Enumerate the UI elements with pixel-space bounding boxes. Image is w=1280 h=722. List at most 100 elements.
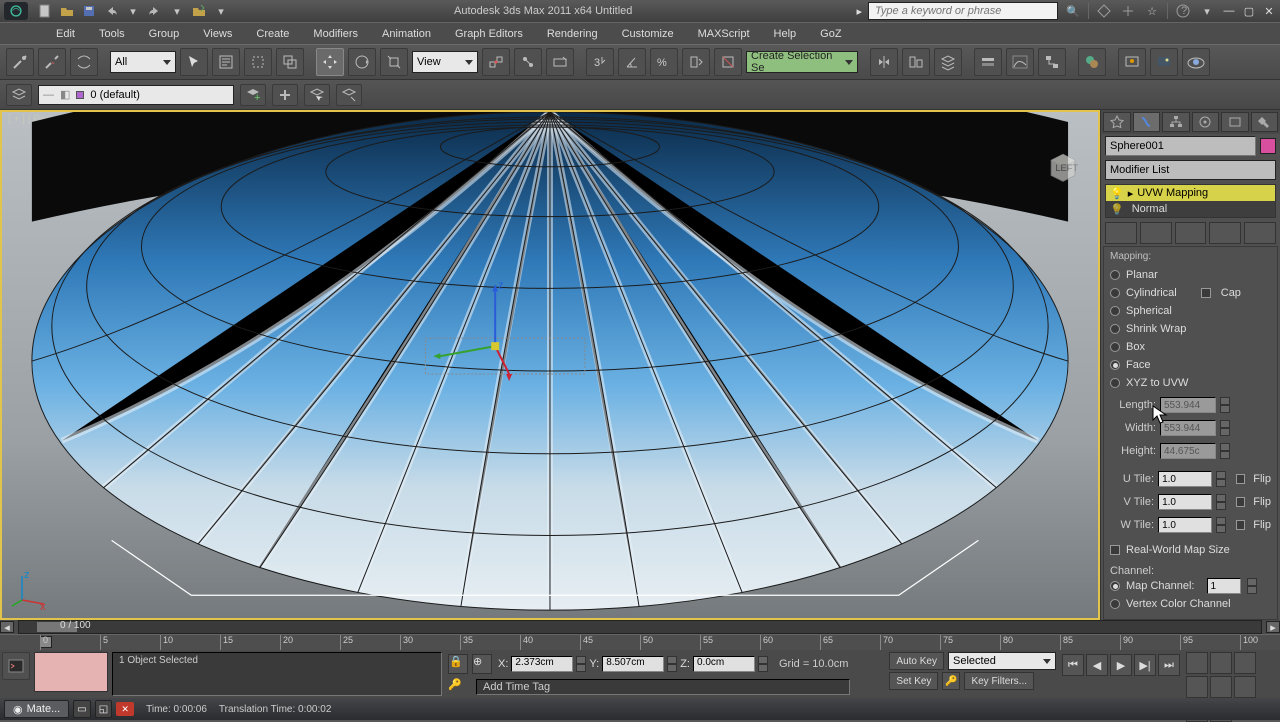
- open-icon[interactable]: [58, 3, 76, 19]
- play-icon[interactable]: ▶: [1110, 654, 1132, 676]
- close-icon[interactable]: ✕: [1262, 4, 1276, 18]
- uflip-checkbox[interactable]: [1236, 474, 1246, 484]
- zoom-icon[interactable]: [1186, 652, 1208, 674]
- project-icon[interactable]: [190, 3, 208, 19]
- keyfilters-button[interactable]: Key Filters...: [964, 672, 1034, 690]
- mirror-icon[interactable]: [870, 48, 898, 76]
- menu-tools[interactable]: Tools: [99, 28, 125, 40]
- taskbar-close-icon[interactable]: ✕: [116, 702, 134, 716]
- vflip-checkbox[interactable]: [1236, 497, 1246, 507]
- snap-toggle-icon[interactable]: 3: [586, 48, 614, 76]
- qat-dd-icon[interactable]: ▾: [212, 3, 230, 19]
- goto-end-icon[interactable]: ⏭: [1158, 654, 1180, 676]
- keyboard-shortcut-icon[interactable]: [546, 48, 574, 76]
- transform-type-in-icon[interactable]: ⊕: [472, 654, 492, 674]
- edit-named-sel-icon[interactable]: [714, 48, 742, 76]
- goto-start-icon[interactable]: ⏮: [1062, 654, 1084, 676]
- wflip-checkbox[interactable]: [1236, 520, 1246, 530]
- viewcube[interactable]: LEFT: [1046, 150, 1080, 184]
- fov-icon[interactable]: [1210, 676, 1232, 698]
- length-spinner[interactable]: 553.944: [1160, 397, 1216, 413]
- app-icon[interactable]: [4, 2, 28, 20]
- select-scale-icon[interactable]: [380, 48, 408, 76]
- wtile-spinner[interactable]: 1.0: [1158, 517, 1212, 533]
- zoom-all-icon[interactable]: [1210, 652, 1232, 674]
- schematic-view-icon[interactable]: [1038, 48, 1066, 76]
- redo-icon[interactable]: [146, 3, 164, 19]
- setkey-key-icon[interactable]: 🔑: [942, 672, 960, 690]
- height-spinner[interactable]: 44.675c: [1160, 443, 1216, 459]
- window-crossing-icon[interactable]: [276, 48, 304, 76]
- menu-customize[interactable]: Customize: [622, 28, 674, 40]
- radio-face[interactable]: Face: [1110, 356, 1271, 374]
- search-icon[interactable]: 🔍: [1064, 3, 1082, 19]
- configure-sets-icon[interactable]: [1244, 222, 1276, 244]
- render-production-icon[interactable]: [1182, 48, 1210, 76]
- width-spinner[interactable]: 553.944: [1160, 420, 1216, 436]
- time-scrollbar[interactable]: 0 / 100: [18, 620, 1262, 634]
- cap-checkbox[interactable]: [1201, 288, 1211, 298]
- vtile-spinner[interactable]: 1.0: [1158, 494, 1212, 510]
- y-coord-input[interactable]: 8.507cm: [602, 656, 664, 672]
- unlink-icon[interactable]: [38, 48, 66, 76]
- maximize-icon[interactable]: ▢: [1242, 4, 1256, 18]
- make-unique-icon[interactable]: [1175, 222, 1207, 244]
- select-move-icon[interactable]: [316, 48, 344, 76]
- menu-create[interactable]: Create: [256, 28, 289, 40]
- x-coord-input[interactable]: 2.373cm: [511, 656, 573, 672]
- favorites-icon[interactable]: ☆: [1143, 3, 1161, 19]
- keymode-dropdown[interactable]: Selected: [948, 652, 1056, 670]
- angle-snap-icon[interactable]: [618, 48, 646, 76]
- zoom-extents-icon[interactable]: [1234, 652, 1256, 674]
- setkey-button[interactable]: Set Key: [889, 672, 938, 690]
- radio-shrink-wrap[interactable]: Shrink Wrap: [1110, 320, 1271, 338]
- tab-create[interactable]: [1103, 112, 1131, 132]
- object-name-field[interactable]: Sphere001: [1105, 136, 1256, 156]
- menu-goz[interactable]: GoZ: [820, 28, 841, 40]
- exchange-icon[interactable]: [1119, 3, 1137, 19]
- infocenter-arrow-icon[interactable]: ▸: [856, 5, 862, 18]
- show-end-result-icon[interactable]: [1140, 222, 1172, 244]
- minimize-icon[interactable]: —: [1222, 4, 1236, 18]
- object-color-swatch[interactable]: [1260, 138, 1276, 154]
- radio-box[interactable]: Box: [1110, 338, 1271, 356]
- z-coord-input[interactable]: 0.0cm: [693, 656, 755, 672]
- search-input[interactable]: [868, 2, 1058, 20]
- next-frame-icon[interactable]: ▶|: [1134, 654, 1156, 676]
- prev-frame-icon[interactable]: ◀: [1086, 654, 1108, 676]
- modifier-list-dropdown[interactable]: Modifier List: [1105, 160, 1276, 180]
- pivot-center-icon[interactable]: [482, 48, 510, 76]
- radio-cylindrical[interactable]: CylindricalCap: [1110, 284, 1271, 302]
- tab-modify[interactable]: [1133, 112, 1161, 132]
- manipulate-icon[interactable]: [514, 48, 542, 76]
- menu-views[interactable]: Views: [203, 28, 232, 40]
- percent-snap-icon[interactable]: %: [650, 48, 678, 76]
- redo-dd-icon[interactable]: ▾: [168, 3, 186, 19]
- new-icon[interactable]: [36, 3, 54, 19]
- select-link-icon[interactable]: [6, 48, 34, 76]
- layer-dropdown[interactable]: —◧ 0 (default): [38, 85, 234, 105]
- taskbar-restore-icon[interactable]: ◱: [95, 700, 112, 718]
- menu-group[interactable]: Group: [149, 28, 180, 40]
- radio-map-channel[interactable]: Map Channel:1: [1110, 577, 1271, 595]
- rendered-frame-icon[interactable]: [1150, 48, 1178, 76]
- selection-filter-dropdown[interactable]: All: [110, 51, 176, 73]
- timeline-next-icon[interactable]: ▸: [1266, 621, 1280, 633]
- help-dd-icon[interactable]: ▾: [1198, 3, 1216, 19]
- timeline-prev-icon[interactable]: ◂: [0, 621, 14, 633]
- help-icon[interactable]: ?: [1174, 3, 1192, 19]
- menu-rendering[interactable]: Rendering: [547, 28, 598, 40]
- radio-xyz-uvw[interactable]: XYZ to UVW: [1110, 374, 1271, 392]
- pin-stack-icon[interactable]: [1105, 222, 1137, 244]
- menu-graph-editors[interactable]: Graph Editors: [455, 28, 523, 40]
- radio-vertex-color[interactable]: Vertex Color Channel: [1110, 595, 1271, 613]
- utile-spinner[interactable]: 1.0: [1158, 471, 1212, 487]
- communication-icon[interactable]: [1095, 3, 1113, 19]
- reference-coord-dropdown[interactable]: View: [412, 51, 478, 73]
- layer-explorer-icon[interactable]: [6, 84, 32, 106]
- menu-animation[interactable]: Animation: [382, 28, 431, 40]
- tab-hierarchy[interactable]: [1162, 112, 1190, 132]
- menu-help[interactable]: Help: [774, 28, 797, 40]
- zoom-extents-all-icon[interactable]: [1186, 676, 1208, 698]
- pan-icon[interactable]: [1234, 676, 1256, 698]
